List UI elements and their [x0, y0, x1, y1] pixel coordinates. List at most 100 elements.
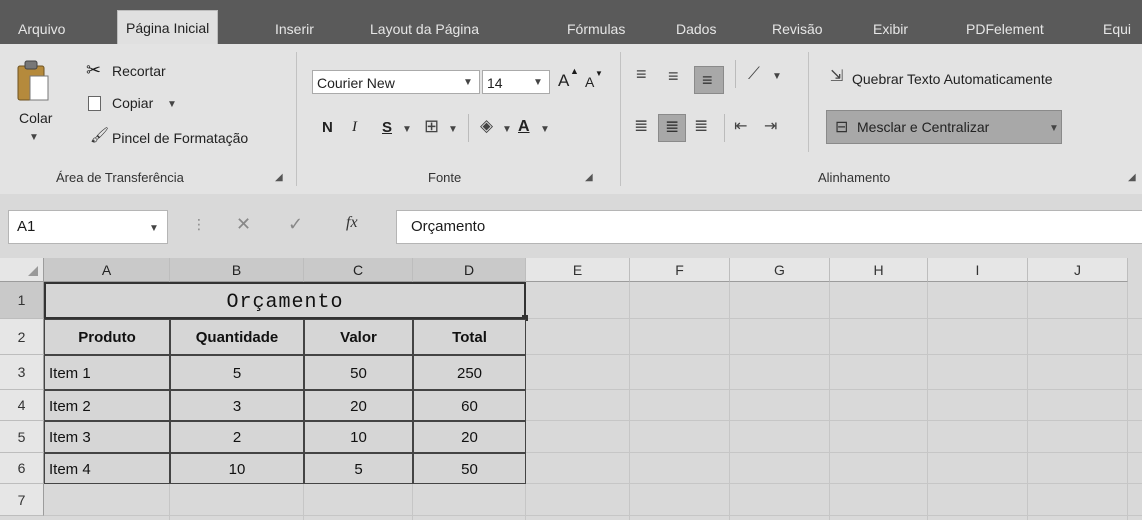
orientation-dropdown-icon[interactable]: ▼	[772, 71, 782, 82]
tab-layout-da-pagina[interactable]: Layout da Página	[370, 14, 479, 44]
column-header-g[interactable]: G	[730, 258, 830, 282]
copy-button[interactable]: Copiar	[112, 95, 153, 111]
title-cell-merged[interactable]: Orçamento	[44, 282, 526, 319]
font-color-button[interactable]: A	[518, 118, 530, 136]
decrease-indent-icon[interactable]: ⇤	[734, 116, 747, 136]
column-header-i[interactable]: I	[928, 258, 1028, 282]
format-painter-icon: 🖌	[90, 127, 110, 144]
formula-input[interactable]: Orçamento	[396, 210, 1142, 244]
group-divider	[296, 52, 297, 186]
header-cell[interactable]: Produto	[44, 319, 170, 355]
paste-dropdown-icon[interactable]: ▼	[29, 132, 39, 143]
underline-dropdown-icon[interactable]: ▼	[402, 124, 412, 135]
alignment-launcher-icon[interactable]: ◢	[1128, 172, 1136, 183]
table-cell[interactable]: 5	[304, 453, 413, 484]
increase-indent-icon[interactable]: ⇥	[764, 116, 777, 136]
table-cell[interactable]: Item 3	[44, 421, 170, 453]
grow-font-button[interactable]: A	[558, 71, 569, 91]
align-bottom-button[interactable]: ≡	[694, 66, 724, 94]
underline-button[interactable]: S	[382, 119, 392, 136]
table-cell[interactable]: 20	[413, 421, 526, 453]
copy-icon	[88, 96, 101, 111]
row-header-4[interactable]: 4	[0, 390, 44, 421]
borders-dropdown-icon[interactable]: ▼	[448, 124, 458, 135]
select-all-button[interactable]	[0, 258, 44, 282]
table-cell[interactable]: Item 2	[44, 390, 170, 421]
font-color-dropdown-icon[interactable]: ▼	[540, 124, 550, 135]
column-header-e[interactable]: E	[526, 258, 630, 282]
name-box[interactable]: A1 ▼	[8, 210, 168, 244]
paste-label[interactable]: Colar	[19, 110, 52, 126]
row-header-6[interactable]: 6	[0, 453, 44, 484]
format-painter-button[interactable]: Pincel de Formatação	[112, 130, 248, 146]
orientation-icon[interactable]: ⟋	[748, 64, 760, 84]
borders-icon[interactable]: ⊞	[424, 116, 439, 137]
column-header-j[interactable]: J	[1028, 258, 1128, 282]
bold-button[interactable]: N	[322, 119, 333, 136]
ribbon: Colar ▼ ✂ Recortar Copiar ▼ 🖌 Pincel de …	[0, 44, 1142, 195]
column-header-f[interactable]: F	[630, 258, 730, 282]
tab-revisao[interactable]: Revisão	[772, 14, 823, 44]
column-header-c[interactable]: C	[304, 258, 413, 282]
header-cell[interactable]: Quantidade	[170, 319, 304, 355]
column-header-h[interactable]: H	[830, 258, 928, 282]
shrink-font-button[interactable]: A	[585, 74, 594, 90]
row-header-1[interactable]: 1	[0, 282, 44, 319]
tab-pdfelement[interactable]: PDFelement	[966, 14, 1044, 44]
table-cell[interactable]: 250	[413, 355, 526, 390]
merge-center-label: Mesclar e Centralizar	[857, 119, 990, 135]
table-cell[interactable]: 10	[304, 421, 413, 453]
font-launcher-icon[interactable]: ◢	[585, 172, 593, 183]
align-middle-icon[interactable]: ≡	[668, 66, 679, 87]
table-cell[interactable]: 2	[170, 421, 304, 453]
fill-color-dropdown-icon[interactable]: ▼	[502, 124, 512, 135]
table-cell[interactable]: Item 1	[44, 355, 170, 390]
align-top-icon[interactable]: ≡	[636, 64, 647, 85]
fill-color-icon[interactable]: ◈	[480, 116, 493, 136]
enter-icon[interactable]: ✓	[288, 214, 303, 235]
header-cell[interactable]: Valor	[304, 319, 413, 355]
align-center-button[interactable]: ≣	[658, 114, 686, 142]
row-header-2[interactable]: 2	[0, 319, 44, 355]
table-cell[interactable]: 60	[413, 390, 526, 421]
header-cell[interactable]: Total	[413, 319, 526, 355]
tab-exibir[interactable]: Exibir	[873, 14, 908, 44]
table-cell[interactable]: 3	[170, 390, 304, 421]
font-group-label: Fonte	[428, 170, 462, 185]
tab-inserir[interactable]: Inserir	[275, 14, 314, 44]
font-size-value: 14	[487, 75, 503, 91]
row-header-3[interactable]: 3	[0, 355, 44, 390]
column-header-b[interactable]: B	[170, 258, 304, 282]
row-header-7[interactable]: 7	[0, 484, 44, 516]
wrap-text-icon: ⇲	[830, 68, 844, 85]
tab-pagina-inicial[interactable]: Página Inicial	[117, 10, 219, 45]
drag-handle-icon[interactable]: ⋮	[192, 216, 206, 233]
table-cell[interactable]: Item 4	[44, 453, 170, 484]
font-size-select[interactable]: 14 ▼	[482, 70, 550, 94]
shrink-font-icon: ▼	[595, 69, 603, 78]
table-cell[interactable]: 5	[170, 355, 304, 390]
align-right-icon[interactable]: ≣	[694, 116, 708, 136]
row-header-5[interactable]: 5	[0, 421, 44, 453]
table-cell[interactable]: 10	[170, 453, 304, 484]
paste-button[interactable]	[16, 58, 50, 114]
copy-dropdown-icon[interactable]: ▼	[167, 99, 177, 110]
column-header-d[interactable]: D	[413, 258, 526, 282]
align-left-icon[interactable]: ≣	[634, 116, 648, 136]
table-cell[interactable]: 50	[304, 355, 413, 390]
clipboard-launcher-icon[interactable]: ◢	[275, 172, 283, 183]
cancel-icon[interactable]: ✕	[236, 214, 251, 235]
cut-button[interactable]: Recortar	[112, 63, 166, 79]
tab-dados[interactable]: Dados	[676, 14, 716, 44]
insert-function-button[interactable]: fx	[346, 214, 358, 232]
merge-center-button[interactable]: ⊟ Mesclar e Centralizar ▼	[826, 110, 1062, 144]
table-cell[interactable]: 20	[304, 390, 413, 421]
font-family-select[interactable]: Courier New ▼	[312, 70, 480, 94]
column-header-a[interactable]: A	[44, 258, 170, 282]
tab-formulas[interactable]: Fórmulas	[567, 14, 625, 44]
italic-button[interactable]: I	[352, 119, 357, 136]
tab-arquivo[interactable]: Arquivo	[18, 14, 65, 44]
wrap-text-button[interactable]: Quebrar Texto Automaticamente	[852, 71, 1053, 87]
table-cell[interactable]: 50	[413, 453, 526, 484]
tab-equipe[interactable]: Equi	[1103, 14, 1131, 44]
